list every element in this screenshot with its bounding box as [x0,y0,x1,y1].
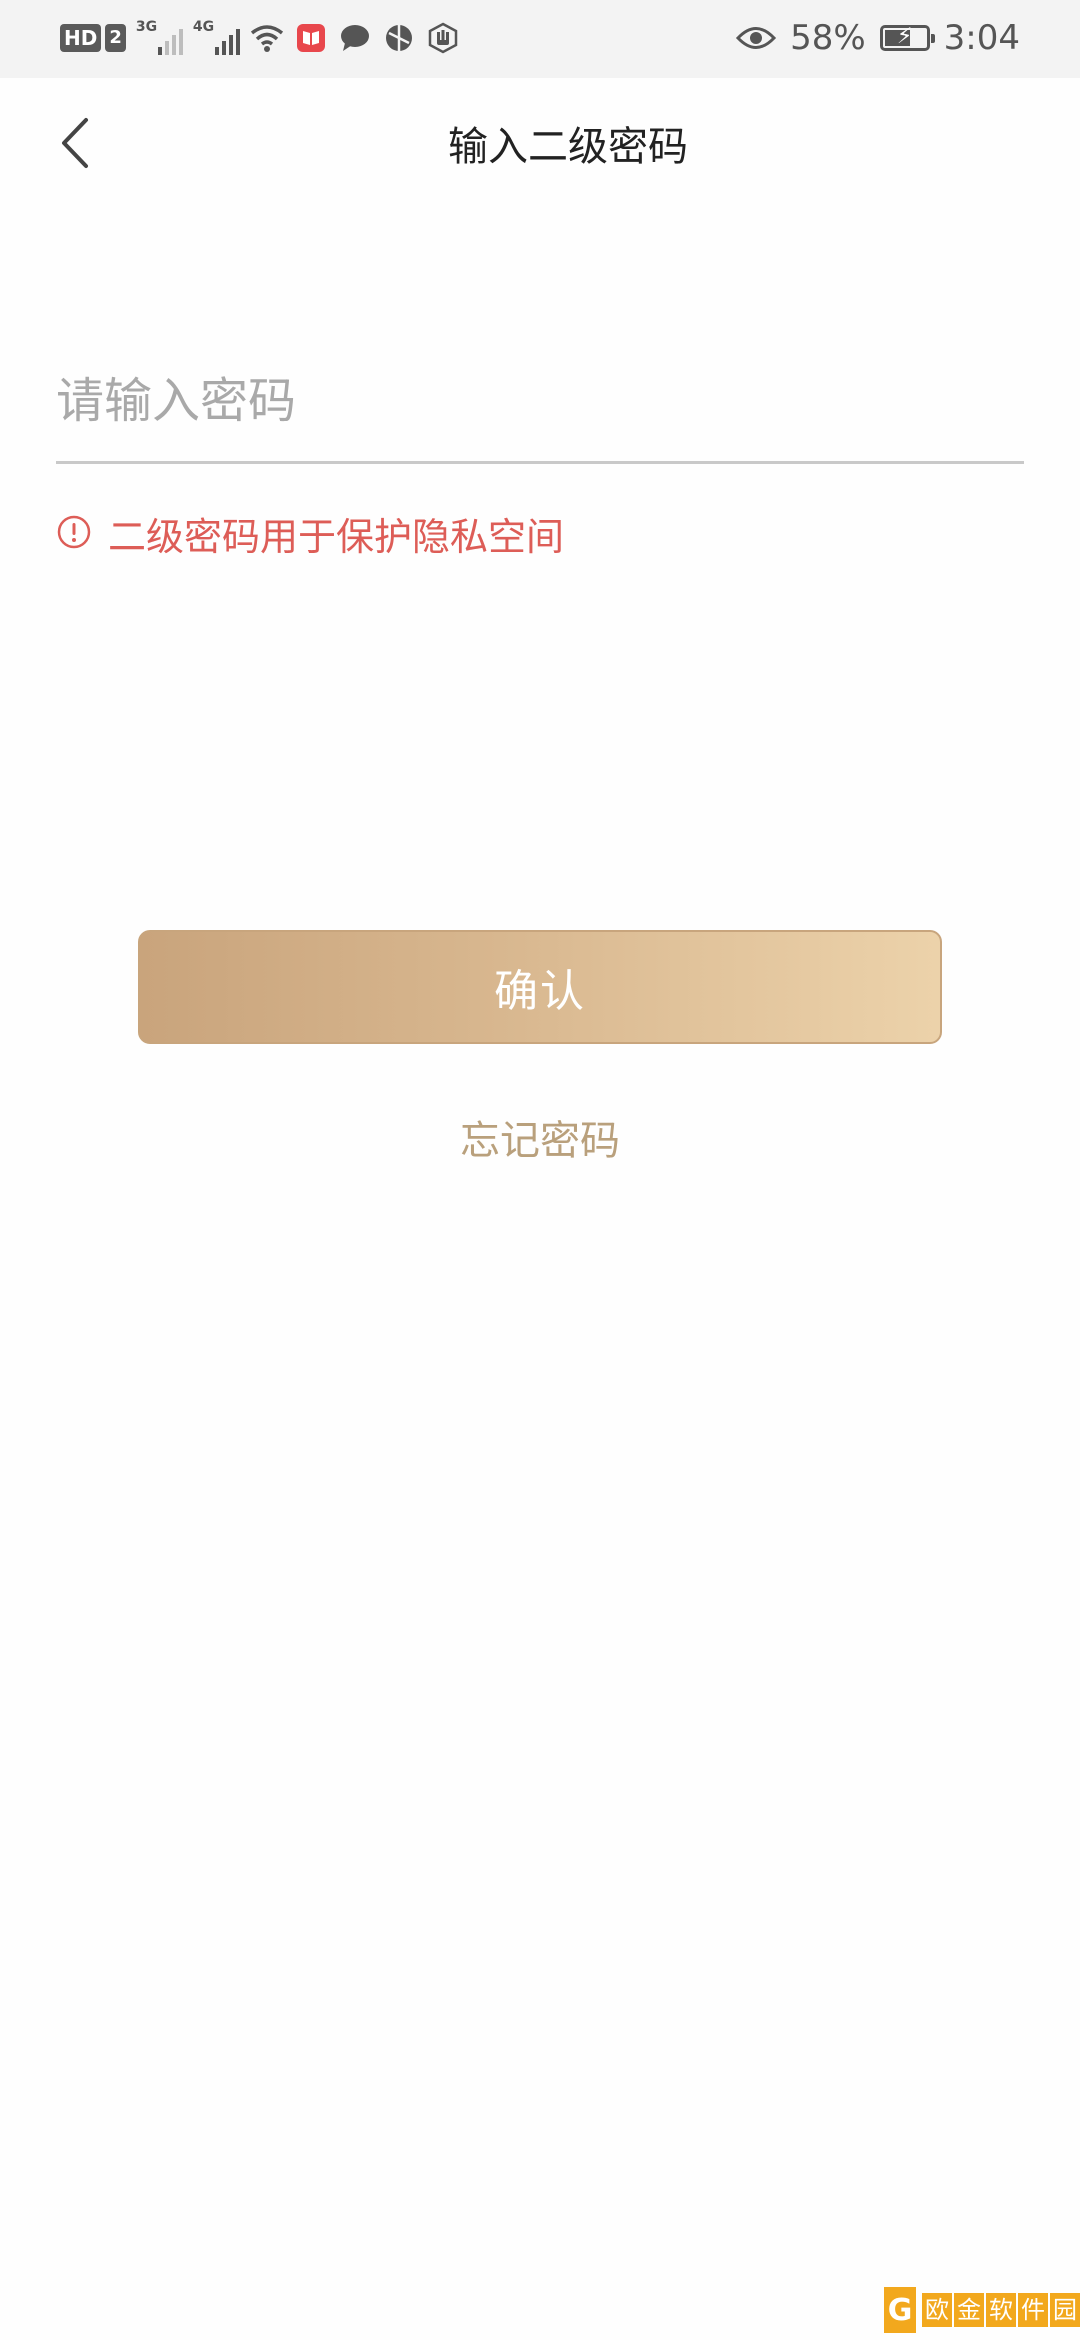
hd-voice-badge: HD 2 [60,24,126,52]
app-screen: HD 2 3G 4G 58% ⚡ 3:04 输入二级密码 二级密码用于保护隐私空… [0,0,1080,2340]
confirm-label: 确认 [494,966,586,1017]
watermark-char: 欧 [922,2293,952,2327]
hd-label: HD [60,24,102,52]
watermark-text: 欧 金 软 件 园 [922,2293,1080,2327]
battery-percent: 58% [790,18,866,58]
sim-label: 2 [105,24,126,52]
alert-circle-icon [56,514,92,554]
browser-icon [382,21,416,55]
chat-bubble-icon [338,21,372,55]
page-title: 输入二级密码 [448,124,688,170]
watermark-char: 金 [954,2293,984,2327]
forgot-password-link[interactable]: 忘记密码 [0,1108,1080,1166]
signal-3g-icon: 3G [135,19,183,55]
hand-stop-icon [426,21,460,55]
eye-icon [736,21,777,55]
watermark-logo-mark: G [884,2287,916,2333]
watermark-char: 园 [1050,2293,1080,2327]
status-bar: HD 2 3G 4G 58% ⚡ 3:04 [0,0,1080,78]
battery-charging-icon: ⚡ [879,24,935,51]
book-app-icon [294,21,328,55]
clock-time: 3:04 [943,18,1020,58]
watermark-char: 软 [986,2293,1016,2327]
privacy-hint: 二级密码用于保护隐私空间 [56,506,564,561]
confirm-button[interactable]: 确认 [138,930,942,1044]
signal-4g-icon: 4G [192,19,240,55]
status-right-group: 58% ⚡ 3:04 [736,14,1020,62]
status-left-group: HD 2 3G 4G [60,18,460,58]
password-input[interactable] [56,340,1024,464]
watermark-logo: G 欧 金 软 件 园 [880,2280,1080,2340]
nav-bar: 输入二级密码 [0,78,1080,208]
charging-bolt-icon: ⚡ [896,24,913,49]
wifi-icon [250,21,284,55]
watermark-char: 件 [1018,2293,1048,2327]
hint-text: 二级密码用于保护隐私空间 [108,515,565,559]
network-type-4g: 4G [192,19,215,35]
network-type-3g: 3G [135,19,158,35]
